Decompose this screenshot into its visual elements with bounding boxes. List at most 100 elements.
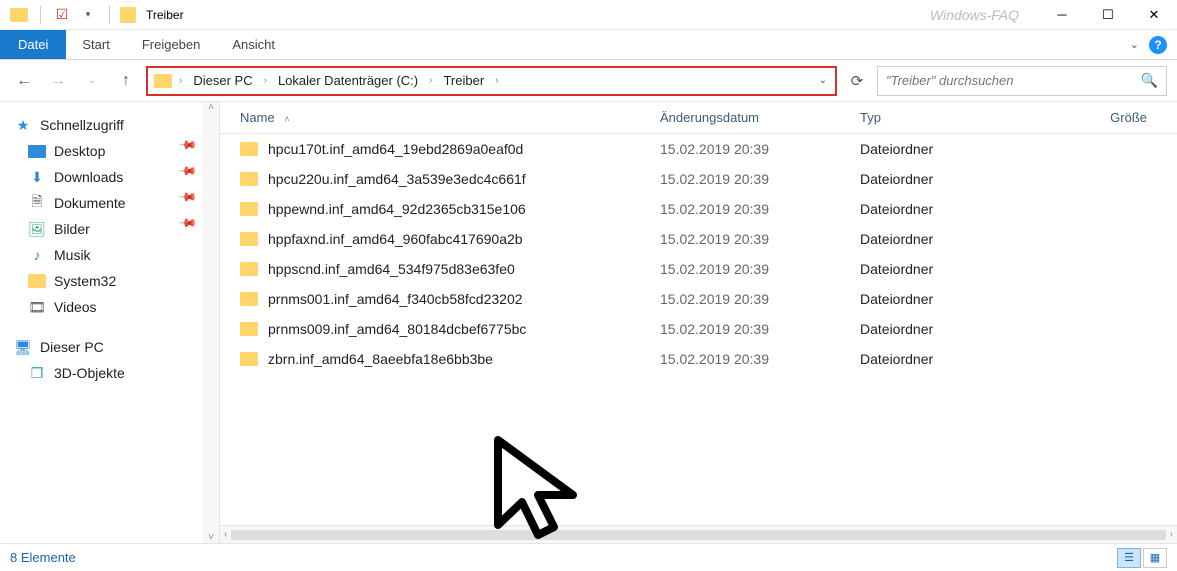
icons-view-button[interactable]: ▦ (1143, 548, 1167, 568)
table-row[interactable]: prnms001.inf_amd64_f340cb58fcd2320215.02… (220, 284, 1177, 314)
crumb-treiber[interactable]: Treiber (439, 71, 488, 90)
column-type[interactable]: Typ (850, 110, 1030, 125)
table-row[interactable]: hppfaxnd.inf_amd64_960fabc417690a2b 15.02… (220, 224, 1177, 254)
search-input[interactable] (886, 73, 1141, 88)
view-mode-toggle: ☰ ▦ (1117, 548, 1167, 568)
up-button[interactable]: ↑ (112, 67, 140, 95)
quick-access-toolbar: ☑ ▾ (0, 4, 142, 26)
file-date: 15.02.2019 20:39 (650, 201, 850, 217)
main-area: ★ Schnellzugriff Desktop 📌 ⬇ Downloads 📌… (0, 102, 1177, 543)
sidebar-item-3d-objects[interactable]: ❒ 3D-Objekte (0, 360, 219, 386)
minimize-button[interactable]: ─ (1039, 0, 1085, 30)
table-row[interactable]: zbrn.inf_amd64_8aeebfa18e6bb3be 15.02.201… (220, 344, 1177, 374)
maximize-button[interactable]: ☐ (1085, 0, 1131, 30)
file-type: Dateiordner (850, 321, 1030, 337)
file-date: 15.02.2019 20:39 (650, 231, 850, 247)
scroll-down-icon[interactable]: ˅ (208, 532, 214, 543)
file-date: 15.02.2019 20:39 (650, 261, 850, 277)
file-name: hppscnd.inf_amd64_534f975d83e63fe0 (268, 261, 515, 277)
folder-icon (240, 292, 258, 306)
search-icon[interactable]: 🔍 (1141, 72, 1158, 89)
forward-button[interactable]: → (44, 67, 72, 95)
file-name: hpcu220u.inf_amd64_3a539e3edc4c661f (268, 171, 526, 187)
sidebar-item-desktop[interactable]: Desktop 📌 (0, 138, 219, 164)
crumb-drive-c[interactable]: Lokaler Datenträger (C:) (274, 71, 422, 90)
ribbon-bar: Datei Start Freigeben Ansicht ⌄ ? (0, 30, 1177, 60)
navigation-row: ← → ⌄ ↑ › Dieser PC › Lokaler Datenträge… (0, 60, 1177, 102)
3d-objects-icon: ❒ (28, 365, 46, 381)
tab-share[interactable]: Freigeben (126, 30, 217, 59)
file-date: 15.02.2019 20:39 (650, 141, 850, 157)
close-button[interactable]: ✕ (1131, 0, 1177, 30)
chevron-right-icon[interactable]: › (492, 75, 501, 86)
column-size[interactable]: Größe (1030, 110, 1177, 125)
tab-start[interactable]: Start (66, 30, 125, 59)
table-row[interactable]: hppewnd.inf_amd64_92d2365cb315e10615.02.… (220, 194, 1177, 224)
status-count: 8 Elemente (10, 550, 76, 565)
sidebar-item-label: Bilder (54, 221, 90, 237)
chevron-right-icon[interactable]: › (426, 75, 435, 86)
file-type: Dateiordner (850, 141, 1030, 157)
scroll-right-icon[interactable]: › (1170, 529, 1173, 540)
music-icon: ♪ (28, 247, 46, 263)
column-name[interactable]: Name ˄ (220, 110, 650, 125)
sidebar-item-label: Downloads (54, 169, 123, 185)
title-bar: ☑ ▾ Treiber Windows-FAQ ─ ☐ ✕ (0, 0, 1177, 30)
folder-icon (240, 202, 258, 216)
sidebar-item-label: Schnellzugriff (40, 117, 124, 133)
help-icon[interactable]: ? (1149, 36, 1167, 54)
file-menu[interactable]: Datei (0, 30, 66, 59)
file-date: 15.02.2019 20:39 (650, 351, 850, 367)
scroll-up-icon[interactable]: ˄ (208, 102, 214, 113)
table-row[interactable]: hppscnd.inf_amd64_534f975d83e63fe0 15.02.… (220, 254, 1177, 284)
table-row[interactable]: hpcu220u.inf_amd64_3a539e3edc4c661f15.02… (220, 164, 1177, 194)
sidebar-item-label: Dokumente (54, 195, 126, 211)
recent-dropdown-icon[interactable]: ⌄ (78, 67, 106, 95)
table-row[interactable]: hpcu170t.inf_amd64_19ebd2869a0eaf0d15.02… (220, 134, 1177, 164)
table-row[interactable]: prnms009.inf_amd64_80184dcbef6775bc15.02… (220, 314, 1177, 344)
file-date: 15.02.2019 20:39 (650, 291, 850, 307)
sidebar-scrollbar[interactable]: ˄ ˅ (203, 102, 219, 543)
status-bar: 8 Elemente ☰ ▦ (0, 543, 1177, 571)
back-button[interactable]: ← (10, 67, 38, 95)
folder-icon (154, 74, 172, 88)
folder-icon (240, 262, 258, 276)
file-type: Dateiordner (850, 351, 1030, 367)
file-type: Dateiordner (850, 291, 1030, 307)
sidebar-this-pc[interactable]: 🖥 Dieser PC (0, 334, 219, 360)
sidebar-item-label: Videos (54, 299, 97, 315)
file-type: Dateiordner (850, 261, 1030, 277)
chevron-right-icon[interactable]: › (261, 75, 270, 86)
sidebar-item-documents[interactable]: 🗎 Dokumente 📌 (0, 190, 219, 216)
file-list-area: Name ˄ Änderungsdatum Typ Größe hpcu170t… (220, 102, 1177, 543)
file-date: 15.02.2019 20:39 (650, 321, 850, 337)
qat-dropdown-icon[interactable]: ▾ (77, 4, 99, 26)
file-type: Dateiordner (850, 171, 1030, 187)
scrollbar-thumb[interactable] (231, 530, 1165, 540)
crumb-this-pc[interactable]: Dieser PC (189, 71, 256, 90)
file-name: hppfaxnd.inf_amd64_960fabc417690a2b (268, 231, 523, 247)
details-view-button[interactable]: ☰ (1117, 548, 1141, 568)
scroll-left-icon[interactable]: ‹ (224, 529, 227, 540)
column-date[interactable]: Änderungsdatum (650, 110, 850, 125)
properties-icon[interactable]: ☑ (51, 4, 73, 26)
this-pc-icon: 🖥 (14, 339, 32, 355)
file-name: zbrn.inf_amd64_8aeebfa18e6bb3be (268, 351, 493, 367)
horizontal-scrollbar[interactable]: ‹ › (220, 525, 1177, 543)
sidebar-item-system32[interactable]: System32 (0, 268, 219, 294)
sidebar-quick-access[interactable]: ★ Schnellzugriff (0, 112, 219, 138)
refresh-button[interactable]: ⟳ (843, 67, 871, 95)
videos-icon: 🎞 (28, 299, 46, 315)
sidebar-item-music[interactable]: ♪ Musik (0, 242, 219, 268)
folder-app-icon (8, 4, 30, 26)
sidebar-item-downloads[interactable]: ⬇ Downloads 📌 (0, 164, 219, 190)
tab-view[interactable]: Ansicht (216, 30, 291, 59)
sidebar-item-pictures[interactable]: 🖼 Bilder 📌 (0, 216, 219, 242)
folder-icon (240, 352, 258, 366)
address-dropdown-icon[interactable]: ⌄ (819, 75, 829, 86)
expand-ribbon-icon[interactable]: ⌄ (1130, 38, 1139, 51)
chevron-right-icon[interactable]: › (176, 75, 185, 86)
address-bar[interactable]: › Dieser PC › Lokaler Datenträger (C:) ›… (146, 66, 837, 96)
sidebar-item-videos[interactable]: 🎞 Videos (0, 294, 219, 320)
search-box[interactable]: 🔍 (877, 66, 1167, 96)
